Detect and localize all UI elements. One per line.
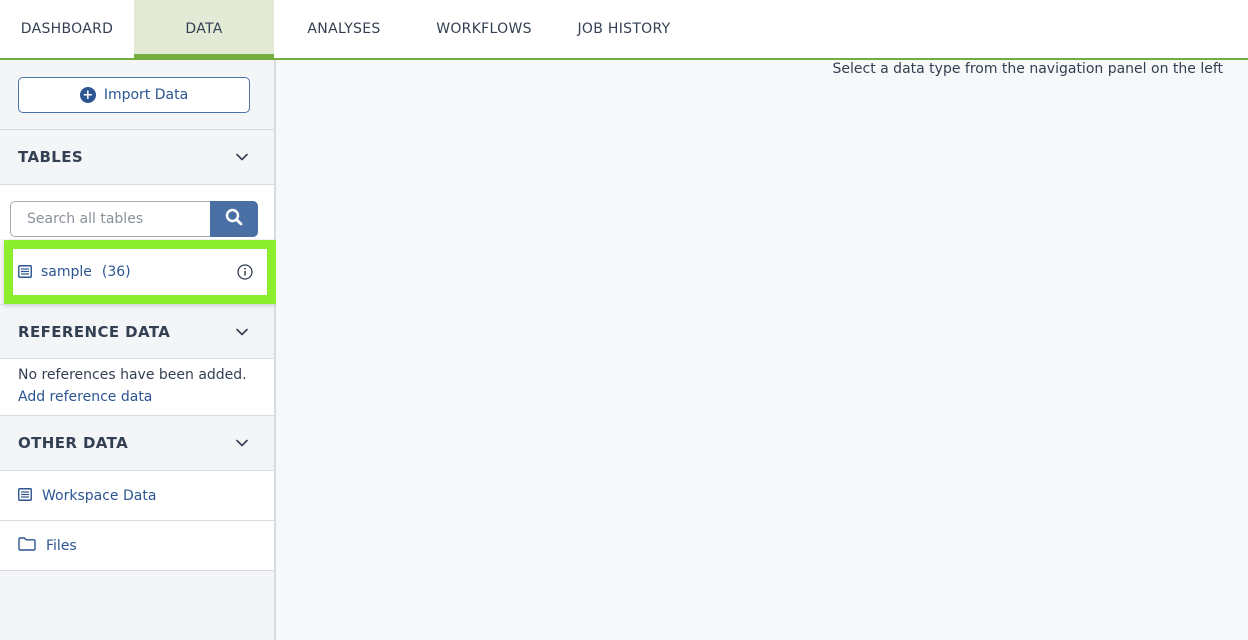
info-icon[interactable] [237, 264, 253, 280]
workspace-data-label: Workspace Data [42, 487, 157, 504]
plus-circle-icon: + [79, 87, 96, 103]
selected-table-highlight: sample (36) [4, 240, 276, 304]
tables-title: TABLES [18, 148, 84, 166]
tab-dashboard[interactable]: DASHBOARD [0, 0, 134, 58]
tab-job-history[interactable]: JOB HISTORY [554, 0, 694, 58]
main-panel: Select a data type from the navigation p… [276, 60, 1248, 640]
table-icon [18, 486, 32, 505]
other-title: OTHER DATA [18, 434, 129, 452]
table-search [0, 185, 274, 239]
reference-body: No references have been added. Add refer… [0, 359, 274, 416]
reference-title: REFERENCE DATA [18, 322, 171, 341]
files-label: Files [46, 537, 77, 554]
other-section-header[interactable]: OTHER DATA [0, 416, 274, 471]
workspace-data-item[interactable]: Workspace Data [0, 471, 274, 521]
files-item[interactable]: Files [0, 521, 274, 571]
data-sidebar: + Import Data TABLES sample (36) [0, 60, 276, 640]
import-area: + Import Data [0, 60, 274, 130]
chevron-down-icon [236, 326, 248, 338]
import-data-button[interactable]: + Import Data [18, 77, 250, 113]
import-data-label: Import Data [103, 87, 189, 103]
tables-section-header[interactable]: TABLES [0, 130, 274, 185]
tab-analyses[interactable]: ANALYSES [274, 0, 414, 58]
search-button[interactable] [210, 201, 258, 237]
tab-data[interactable]: DATA [134, 0, 274, 60]
chevron-down-icon [236, 151, 248, 163]
reference-section: REFERENCE DATA No references have been a… [0, 304, 274, 571]
folder-icon [18, 536, 36, 555]
table-icon [18, 263, 32, 282]
table-item-label: sample [41, 264, 92, 280]
search-tables-input[interactable] [10, 201, 212, 237]
add-reference-link[interactable]: Add reference data [18, 389, 256, 405]
tab-workflows[interactable]: WORKFLOWS [414, 0, 554, 58]
search-icon [225, 208, 243, 230]
no-references-text: No references have been added. [18, 367, 247, 383]
top-nav: DASHBOARD DATA ANALYSES WORKFLOWS JOB HI… [0, 0, 1248, 60]
select-data-type-hint: Select a data type from the navigation p… [832, 61, 1223, 77]
table-item-sample[interactable]: sample (36) [13, 249, 267, 295]
reference-section-header[interactable]: REFERENCE DATA [0, 304, 274, 359]
table-item-count: (36) [101, 264, 131, 280]
chevron-down-icon [236, 437, 248, 449]
